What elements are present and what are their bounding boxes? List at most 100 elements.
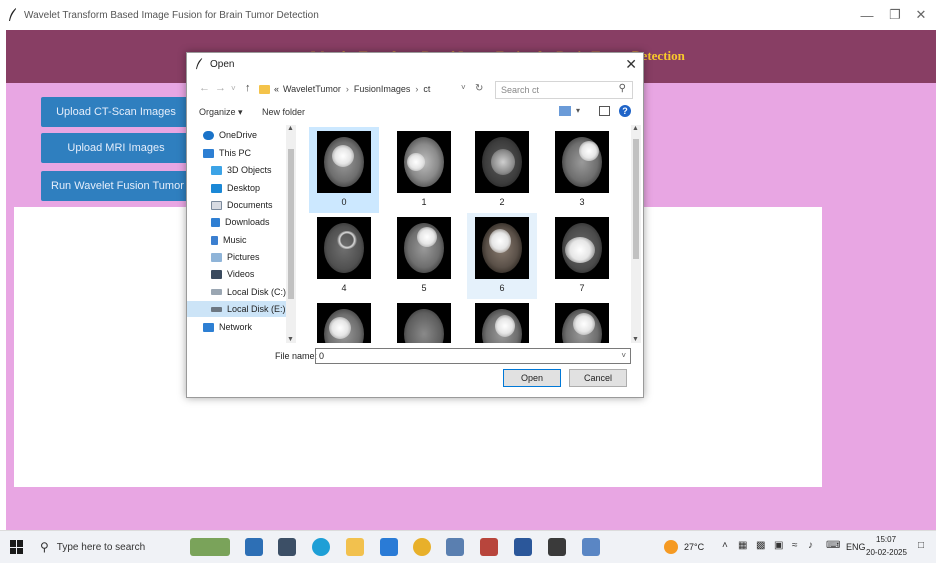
refresh-icon[interactable]: ↻: [475, 83, 483, 94]
chevron-down-icon[interactable]: ˅: [231, 84, 236, 93]
file-thumbnail: [555, 217, 609, 279]
file-name-field[interactable]: 0 ˅: [315, 348, 631, 364]
search-input[interactable]: Search ct ⚲: [495, 81, 633, 99]
file-tile[interactable]: [389, 299, 459, 343]
feather-icon: [9, 8, 16, 21]
language-indicator[interactable]: ENG: [846, 542, 866, 552]
search-icon: ⚲: [618, 83, 626, 94]
up-arrow-icon[interactable]: ↑: [245, 82, 251, 94]
sidebar-item-desktop[interactable]: Desktop: [211, 180, 260, 196]
sidebar-item-local-disk-c[interactable]: Local Disk (C:): [211, 284, 286, 300]
organize-menu[interactable]: Organize ▾: [199, 107, 243, 118]
close-icon[interactable]: ✕: [906, 0, 936, 30]
close-icon[interactable]: ✕: [625, 56, 637, 73]
breadcrumb-item[interactable]: WaveletTumor: [283, 84, 341, 94]
breadcrumb-overflow[interactable]: «: [274, 84, 279, 94]
help-icon[interactable]: ?: [619, 105, 631, 117]
back-arrow-icon[interactable]: ←: [199, 82, 210, 94]
drive-icon: [211, 306, 222, 312]
sidebar-item-network[interactable]: Network: [203, 321, 252, 333]
edge-browser-icon[interactable]: [312, 538, 330, 556]
news-widget-icon[interactable]: [190, 538, 230, 556]
sidebar-item-3d-objects[interactable]: 3D Objects: [211, 162, 272, 178]
file-tile[interactable]: 6: [467, 213, 537, 299]
breadcrumb[interactable]: « WaveletTumor › FusionImages › ct: [259, 79, 495, 99]
file-tile[interactable]: [547, 299, 617, 343]
chevron-down-icon[interactable]: ▾: [576, 106, 580, 115]
windows-start-icon[interactable]: [10, 540, 24, 554]
sidebar-item-onedrive[interactable]: OneDrive: [203, 127, 257, 143]
chevron-right-icon: ›: [345, 84, 349, 94]
temperature-text[interactable]: 27°C: [684, 542, 704, 552]
keyboard-icon[interactable]: ⌨: [826, 540, 840, 551]
chevron-up-icon[interactable]: ˄: [722, 540, 728, 551]
file-thumbnail: [475, 131, 529, 193]
chrome-browser-icon[interactable]: [413, 538, 431, 556]
file-thumbnail: [397, 217, 451, 279]
window-title: Wavelet Transform Based Image Fusion for…: [24, 9, 319, 21]
nav-scrollbar[interactable]: ▲ ▼: [286, 125, 296, 343]
file-tile[interactable]: 2: [467, 127, 537, 213]
notification-icon[interactable]: □: [918, 540, 924, 551]
preview-pane-icon[interactable]: [599, 106, 610, 116]
file-tile[interactable]: 4: [309, 213, 379, 299]
file-scrollbar[interactable]: ▲ ▼: [631, 125, 641, 343]
picture-icon: [211, 252, 222, 262]
cancel-button[interactable]: Cancel: [569, 369, 627, 387]
upload-ct-button[interactable]: Upload CT-Scan Images: [41, 97, 191, 127]
file-tile[interactable]: [309, 299, 379, 343]
minimize-icon[interactable]: —: [852, 0, 882, 30]
breadcrumb-item[interactable]: FusionImages: [354, 84, 411, 94]
file-explorer-icon[interactable]: [346, 538, 364, 556]
open-button[interactable]: Open: [503, 369, 561, 387]
file-tile[interactable]: 0: [309, 127, 379, 213]
python-app-icon[interactable]: [582, 538, 600, 556]
app-icon[interactable]: [480, 538, 498, 556]
file-tile[interactable]: 1: [389, 127, 459, 213]
tray-icon[interactable]: ▩: [756, 540, 765, 551]
scrollbar-thumb[interactable]: [288, 149, 294, 299]
app-icon[interactable]: [278, 538, 296, 556]
sidebar-item-videos[interactable]: Videos: [211, 266, 254, 282]
upload-mri-button[interactable]: Upload MRI Images: [41, 133, 191, 163]
file-tile[interactable]: 3: [547, 127, 617, 213]
file-tile[interactable]: 7: [547, 213, 617, 299]
chevron-down-icon[interactable]: ˅: [461, 83, 466, 92]
sidebar-item-downloads[interactable]: Downloads: [211, 214, 270, 230]
sidebar-item-pictures[interactable]: Pictures: [211, 249, 260, 265]
taskbar-search[interactable]: ⚲ Type here to search: [40, 534, 176, 560]
address-row: ← → ˅ ↑ « WaveletTumor › FusionImages › …: [187, 79, 643, 101]
scroll-down-icon[interactable]: ▼: [632, 336, 639, 343]
run-fusion-button[interactable]: Run Wavelet Fusion Tumor Detection: [41, 171, 191, 201]
scroll-up-icon[interactable]: ▲: [632, 125, 639, 132]
file-tile[interactable]: [467, 299, 537, 343]
sidebar-item-music[interactable]: Music: [211, 232, 247, 248]
app-icon[interactable]: [446, 538, 464, 556]
app-icon[interactable]: [245, 538, 263, 556]
file-list: 0 1 2 3 4 5 6 7: [305, 125, 635, 343]
sidebar-item-local-disk-e[interactable]: Local Disk (E:): [187, 301, 287, 317]
scroll-up-icon[interactable]: ▲: [287, 125, 294, 132]
chevron-down-icon[interactable]: ˅: [621, 351, 626, 360]
view-options-icon[interactable]: [559, 106, 571, 116]
word-icon[interactable]: [514, 538, 532, 556]
forward-arrow-icon[interactable]: →: [215, 82, 226, 94]
terminal-icon[interactable]: [548, 538, 566, 556]
scrollbar-thumb[interactable]: [633, 139, 639, 259]
clock-time[interactable]: 15:07: [876, 535, 896, 544]
clock-date[interactable]: 20-02-2025: [866, 548, 907, 557]
store-icon[interactable]: [380, 538, 398, 556]
wifi-icon[interactable]: ≈: [792, 540, 798, 551]
sidebar-item-this-pc[interactable]: This PC: [203, 145, 251, 161]
tray-icon[interactable]: ▣: [774, 540, 783, 551]
sidebar-item-label: Local Disk (E:): [227, 304, 286, 314]
weather-icon[interactable]: [664, 540, 678, 554]
new-folder-button[interactable]: New folder: [262, 107, 305, 117]
tray-icon[interactable]: ▦: [738, 540, 747, 551]
sidebar-item-documents[interactable]: Documents: [211, 197, 273, 213]
scroll-down-icon[interactable]: ▼: [287, 336, 294, 343]
file-tile[interactable]: 5: [389, 213, 459, 299]
breadcrumb-item[interactable]: ct: [423, 84, 430, 94]
volume-icon[interactable]: ♪: [808, 540, 813, 551]
file-name-value: 0: [319, 351, 325, 361]
